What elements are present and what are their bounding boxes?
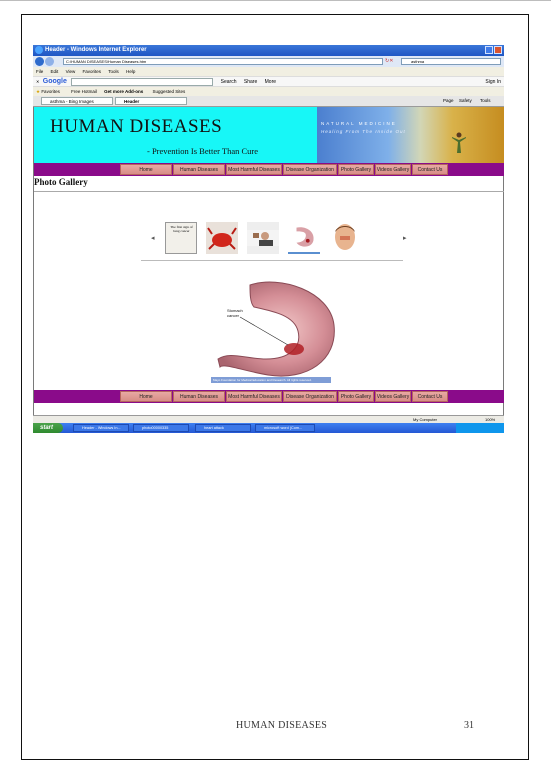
favorites-star-icon: ★ [36,89,41,94]
nav-disease-organization[interactable]: Disease Organization [283,164,337,175]
site-title: HUMAN DISEASES [50,116,223,137]
stomach-icon [296,227,314,247]
google-search-button[interactable]: Search [221,79,237,85]
task-heart-attack[interactable]: heart attack [195,424,251,432]
web-page: HUMAN DISEASES - Prevention Is Better Th… [33,107,504,424]
favorites-button[interactable]: Favorites [41,89,60,94]
menu-favorites[interactable]: Favorites [83,69,102,74]
page-menu[interactable]: Page [443,96,454,106]
taskbar: start Header - Windows In... photo000003… [33,423,504,433]
nav-videos-gallery[interactable]: Videos Gallery [375,391,411,402]
task-photo[interactable]: photo00000335 [133,424,189,432]
person-icon [247,230,279,246]
tools-menu[interactable]: Tools [480,96,491,106]
bottom-nav: Home Human Diseases Most Harmful Disease… [34,390,504,403]
minimize-button[interactable] [485,46,493,54]
free-hotmail-link[interactable]: Free Hotmail [71,89,97,94]
menu-tools[interactable]: Tools [108,69,119,74]
person-silhouette [452,132,466,153]
banner-line2: Healing From The Inside Out [321,129,406,134]
google-logo: Google [42,78,67,85]
nav-most-harmful[interactable]: Most Harmful Diseases [226,164,282,175]
nav-home[interactable]: Home [120,391,172,402]
task-ie-header[interactable]: Header - Windows In... [73,424,129,432]
thumb-crab[interactable] [206,222,238,254]
prev-arrow-icon[interactable]: ◂ [151,234,155,242]
top-nav: Home Human Diseases Most Harmful Disease… [34,163,504,176]
page-number: 31 [464,720,474,731]
tab-bar: asthma - Bing Images Header Page Safety … [33,96,504,107]
nav-home[interactable]: Home [120,164,172,175]
task-word[interactable]: microsoft word (Com... [255,424,315,432]
thumb-lung-cancer[interactable]: The first sign of lung cancer [165,222,197,254]
search-input[interactable]: asthma [401,58,501,65]
system-tray [456,423,504,433]
nav-most-harmful[interactable]: Most Harmful Diseases [226,391,282,402]
nav-photo-gallery[interactable]: Photo Gallery [338,164,374,175]
divider [34,191,504,192]
address-toolbar: C:\HUMAN DISEASES\Human Diseases.htm ↻✕ … [33,56,504,67]
window-titlebar[interactable]: Header - Windows Internet Explorer [33,45,504,56]
tab-bing-images[interactable]: asthma - Bing Images [41,97,113,105]
top-edge-line [0,0,551,1]
window-title: Header - Windows Internet Explorer [45,47,147,53]
menu-view[interactable]: View [66,69,76,74]
tab-header[interactable]: Header [115,97,187,105]
ie-logo-icon [35,46,43,54]
menu-bar: File Edit View Favorites Tools Help [33,67,504,76]
site-subtitle: - Prevention Is Better Than Cure [147,146,259,156]
nav-contact-us[interactable]: Contact Us [412,391,448,402]
nav-human-diseases[interactable]: Human Diseases [173,391,225,402]
google-search-box[interactable] [71,77,214,86]
back-button[interactable] [35,57,44,66]
thumbnail-divider [141,260,403,261]
nav-photo-gallery[interactable]: Photo Gallery [338,391,374,402]
thumbnail-strip: ◂ The first sign of lung cancer ▸ [151,222,407,257]
next-arrow-icon[interactable]: ▸ [403,234,407,242]
nav-human-diseases[interactable]: Human Diseases [173,164,225,175]
nav-contact-us[interactable]: Contact Us [412,164,448,175]
address-field[interactable]: C:\HUMAN DISEASES\Human Diseases.htm [63,58,383,65]
forward-button[interactable] [45,57,54,66]
face-icon [335,224,355,250]
google-more-button[interactable]: More [265,79,276,85]
safety-menu[interactable]: Safety [459,96,472,106]
thumb-stomach[interactable] [288,222,320,254]
ie-screenshot: Header - Windows Internet Explorer C:\HU… [33,45,504,433]
nav-disease-organization[interactable]: Disease Organization [283,391,337,402]
banner-line1: NATURAL MEDICINE [321,121,397,126]
start-button[interactable]: start [33,423,63,433]
thumb-sinuses[interactable]: sinuses [329,222,361,254]
crab-icon [206,222,238,254]
close-toolbar-icon[interactable]: ✕ [36,79,39,84]
site-banner: HUMAN DISEASES - Prevention Is Better Th… [34,107,504,163]
thumb-lung-text: The first sign of lung cancer [170,225,193,233]
footer-title: HUMAN DISEASES [236,720,328,731]
suggested-sites-link[interactable]: Suggested Sites [152,89,185,94]
image-copyright: Mayo Foundation for Medical Education an… [211,377,331,383]
thumb-man-coughing[interactable] [247,222,279,254]
close-button[interactable] [494,46,502,54]
menu-file[interactable]: File [36,69,43,74]
banner-image: NATURAL MEDICINE Healing From The Inside… [317,107,504,163]
stomach-cancer-image [217,281,335,377]
stomach-cancer-label: Stomach cancer [227,308,243,318]
menu-edit[interactable]: Edit [51,69,59,74]
google-share-button[interactable]: Share [244,79,257,85]
refresh-stop-icon[interactable]: ↻✕ [385,58,393,64]
get-addons-link[interactable]: Get more Add-ons [104,89,143,94]
gallery-heading: Photo Gallery [34,177,88,187]
menu-help[interactable]: Help [126,69,135,74]
nav-videos-gallery[interactable]: Videos Gallery [375,164,411,175]
